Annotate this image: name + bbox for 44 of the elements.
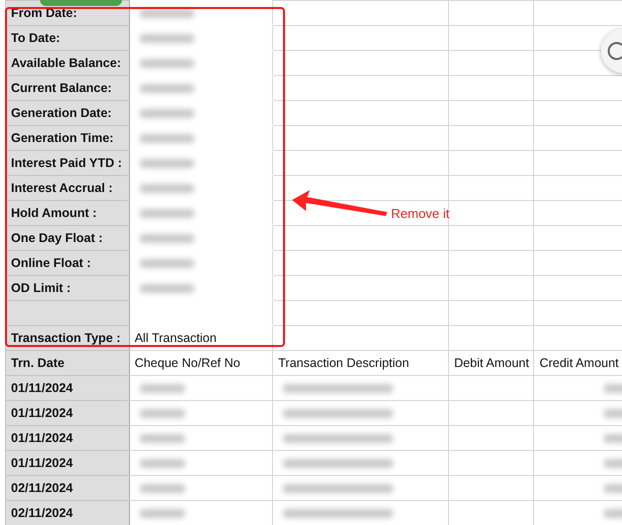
field-value: All Transaction [134, 331, 217, 345]
field-label: To Date: [11, 31, 60, 45]
field-label: Generation Time: [11, 131, 114, 145]
redacted-value [140, 34, 194, 44]
redacted-value [140, 484, 185, 494]
column-header: Debit Amount [454, 356, 530, 370]
field-label: One Day Float : [11, 231, 103, 245]
redacted-value [140, 459, 185, 468]
column-header: Credit Amount [539, 356, 619, 370]
field-label: Available Balance: [11, 56, 122, 70]
field-label: Hold Amount : [11, 206, 97, 220]
field-label: Generation Date: [11, 106, 112, 120]
date-cell: 01/11/2024 [11, 381, 73, 395]
redacted-value [140, 409, 185, 418]
column-header: Cheque No/Ref No [134, 356, 240, 370]
redacted-value [140, 434, 185, 444]
field-label: Interest Paid YTD : [11, 156, 122, 170]
annotation-label: Remove it [391, 206, 450, 221]
redacted-value [140, 234, 194, 244]
redacted-value [140, 384, 185, 394]
redacted-value [140, 59, 194, 68]
date-cell: 01/11/2024 [11, 406, 73, 420]
date-cell: 02/11/2024 [11, 506, 73, 520]
field-label: Current Balance: [11, 81, 112, 95]
field-label: OD Limit : [11, 281, 71, 295]
field-label: Online Float : [11, 256, 91, 270]
redacted-value [140, 509, 185, 518]
redacted-value [140, 259, 194, 268]
redacted-value [140, 9, 194, 18]
redacted-value [140, 284, 194, 294]
redacted-value [140, 184, 194, 194]
date-cell: 01/11/2024 [11, 456, 73, 470]
redacted-value [140, 109, 194, 118]
column-header: Trn. Date [11, 356, 64, 370]
redacted-value [140, 159, 194, 168]
redacted-value [140, 134, 194, 144]
redacted-value [140, 84, 194, 94]
redacted-value [140, 209, 194, 218]
date-cell: 01/11/2024 [11, 431, 73, 445]
column-header: Transaction Description [278, 356, 410, 370]
field-label: Interest Accrual : [11, 181, 113, 195]
date-cell: 02/11/2024 [11, 481, 73, 495]
field-label: From Date: [11, 6, 77, 20]
field-label: Transaction Type : [11, 331, 121, 345]
